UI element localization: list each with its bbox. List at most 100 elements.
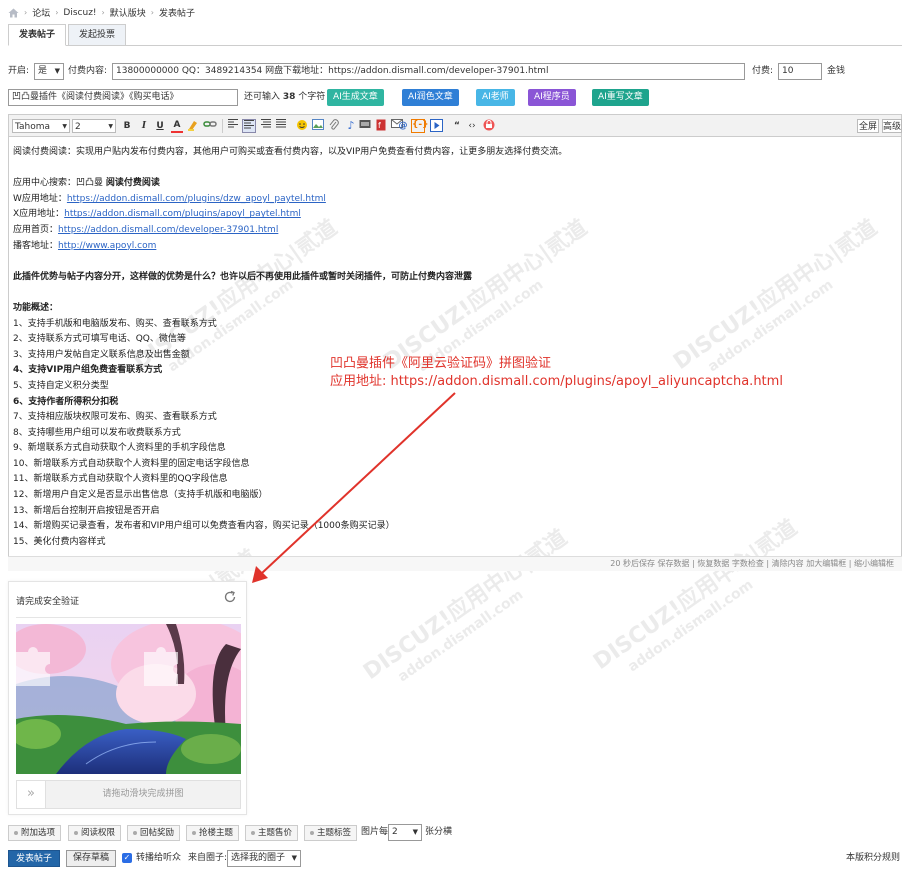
feature-item: 9、新增联系方式自动获取个人资料里的手机字段信息 <box>13 443 226 454</box>
svg-text:f: f <box>378 121 381 130</box>
captcha-slider-track[interactable]: » 请拖动滑块完成拼图 <box>16 780 241 809</box>
option-extra[interactable]: 附加选项 <box>8 825 62 841</box>
list-icon[interactable] <box>275 119 287 133</box>
option-reply-reward-label: 回帖奖励 <box>140 828 175 838</box>
music-icon[interactable]: ♪ <box>345 119 357 133</box>
circle-select[interactable]: 选择我的圈子 ▼ <box>227 850 301 867</box>
option-extra-label: 附加选项 <box>21 828 56 838</box>
text-color-icon[interactable]: A <box>171 119 183 133</box>
home-address-link[interactable]: https://addon.dismall.com/developer-3790… <box>58 225 278 235</box>
font-family-value: Tahoma <box>15 122 51 132</box>
paid-content-input[interactable]: 13800000000 QQ：3489214354 网盘下载地址：https:/… <box>112 63 745 80</box>
advanced-button[interactable]: 高级 <box>882 119 902 133</box>
code-block-icon[interactable]: {-} <box>411 119 429 133</box>
notify-label: 转播给听众 <box>136 853 182 863</box>
chevron-down-icon: ▼ <box>108 123 113 130</box>
tab-start-poll[interactable]: 发起投票 <box>68 24 127 46</box>
feature-item-bold: 4、支持VIP用户组免费查看联系方式 <box>13 365 163 376</box>
tab-bar: 发表帖子 发起投票 <box>8 24 127 46</box>
option-price[interactable]: 主题售价 <box>245 825 299 841</box>
features-title: 功能概述： <box>13 301 897 317</box>
align-center-icon[interactable] <box>242 119 256 133</box>
title-input[interactable]: 凹凸曼插件《阅读付费阅读》《购买电话》 <box>8 89 238 106</box>
ai-polish-button[interactable]: AI润色文章 <box>402 89 459 106</box>
media-play-icon[interactable] <box>429 119 443 133</box>
breadcrumb-forum[interactable]: 论坛 <box>32 6 50 19</box>
flash-icon[interactable]: f <box>375 119 387 133</box>
highlight-icon[interactable] <box>187 119 199 133</box>
breadcrumb-discuz[interactable]: Discuz! <box>63 8 96 18</box>
x-address-label: X应用地址： <box>13 209 65 220</box>
editor-content[interactable]: 阅读付费阅读：实现用户贴内发布付费内容，其他用户可购买或查看付费内容，以及VIP… <box>9 137 901 558</box>
fee-label: 付费: <box>752 66 774 76</box>
puzzle-slot <box>16 647 50 686</box>
notify-checkbox[interactable]: ✓ <box>122 853 132 863</box>
slider-hint: 请拖动滑块完成拼图 <box>102 789 184 799</box>
option-floor-grab-label: 抢楼主题 <box>199 828 234 838</box>
underline-icon[interactable]: U <box>155 119 165 133</box>
home-address-label: 应用首页： <box>13 224 59 235</box>
ai-programmer-button[interactable]: AI程序员 <box>528 89 576 106</box>
ai-rewrite-button[interactable]: AI重写文章 <box>592 89 649 106</box>
feature-item: 14、新增购买记录查看，发布者和VIP用户组可以免费查看内容，购买记录（1000… <box>13 521 395 532</box>
italic-icon[interactable]: I <box>139 119 149 133</box>
home-icon[interactable] <box>8 8 19 18</box>
attachment-icon[interactable] <box>328 119 340 133</box>
enable-select[interactable]: 是 ▼ <box>34 63 64 80</box>
bold-icon[interactable]: B <box>122 119 132 133</box>
video-icon[interactable] <box>359 119 371 133</box>
slider-handle-icon[interactable]: » <box>17 781 46 808</box>
breadcrumb-separator: › <box>55 8 59 17</box>
advantage-bold: 此插件优势与帖子内容分开，这样做的优势是什么？也许以后不再使用此插件或暂时关闭插… <box>13 271 473 282</box>
search-line: 应用中心搜索：凹凸曼 阅读付费阅读 <box>13 176 897 192</box>
ai-teacher-button[interactable]: AI老师 <box>476 89 515 106</box>
ai-generate-button[interactable]: AI生成文章 <box>327 89 384 106</box>
at-icon[interactable]: @ <box>397 119 409 133</box>
option-read-permission[interactable]: 阅读权限 <box>68 825 122 841</box>
breadcrumb-separator: › <box>150 8 154 17</box>
hide-content-icon[interactable] <box>483 119 495 133</box>
enable-select-value: 是 <box>38 66 48 76</box>
font-size-select[interactable]: 2 ▼ <box>72 119 116 133</box>
feature-item: 15、美化付费内容样式 <box>13 536 106 547</box>
cherry-blossom-landscape-image <box>16 624 241 774</box>
x-address-link[interactable]: https://addon.dismall.com/plugins/apoyl_… <box>64 209 301 219</box>
submit-post-button[interactable]: 发表帖子 <box>8 850 61 867</box>
remaining-chars: 还可输入 38 个字符 <box>244 89 325 106</box>
credit-rules-link[interactable]: 本版积分规则 <box>846 850 900 867</box>
bullet-icon <box>74 830 78 835</box>
image-icon[interactable] <box>312 119 324 133</box>
paid-content-label: 付费内容: <box>68 66 108 76</box>
captcha-puzzle-image <box>16 624 241 774</box>
images-per-row-select[interactable]: 2 ▼ <box>388 824 422 841</box>
svg-text:addon.dismall.com: addon.dismall.com <box>625 577 756 676</box>
option-tags[interactable]: 主题标签 <box>304 825 358 841</box>
refresh-icon[interactable] <box>223 590 237 607</box>
images-per-row-label: 图片每 <box>361 827 389 837</box>
breadcrumb-separator: › <box>101 8 105 17</box>
tab-post-thread[interactable]: 发表帖子 <box>8 24 67 46</box>
fee-input[interactable]: 10 <box>778 63 822 80</box>
code-icon[interactable]: ‹› <box>466 119 478 133</box>
save-draft-button[interactable]: 保存草稿 <box>66 850 117 867</box>
font-family-select[interactable]: Tahoma ▼ <box>12 119 70 133</box>
editor-statusbar[interactable]: 20 秒后保存 保存数据 | 恢复数据 字数检查 | 清除内容 加大编辑框 | … <box>8 556 902 571</box>
link-icon[interactable] <box>203 119 217 133</box>
chevron-down-icon: ▼ <box>291 854 297 862</box>
option-reply-reward[interactable]: 回帖奖励 <box>127 825 181 841</box>
toolbar-divider <box>222 119 223 133</box>
quote-icon[interactable]: “ <box>452 119 462 133</box>
w-address-link[interactable]: https://addon.dismall.com/plugins/dzw_ap… <box>67 194 326 204</box>
fullscreen-button[interactable]: 全屏 <box>857 119 879 133</box>
align-left-icon[interactable] <box>227 119 239 133</box>
bullet-icon <box>14 830 18 835</box>
breadcrumb-default-board[interactable]: 默认版块 <box>110 6 146 19</box>
align-right-icon[interactable] <box>260 119 272 133</box>
smiley-icon[interactable] <box>296 119 308 133</box>
option-floor-grab[interactable]: 抢楼主题 <box>186 825 240 841</box>
breadcrumb-post: 发表帖子 <box>158 9 195 19</box>
home-address-line: 应用首页：https://addon.dismall.com/developer… <box>13 223 897 239</box>
blog-address-link[interactable]: http://www.apoyl.com <box>58 241 156 251</box>
chevron-down-icon: ▼ <box>54 67 60 75</box>
